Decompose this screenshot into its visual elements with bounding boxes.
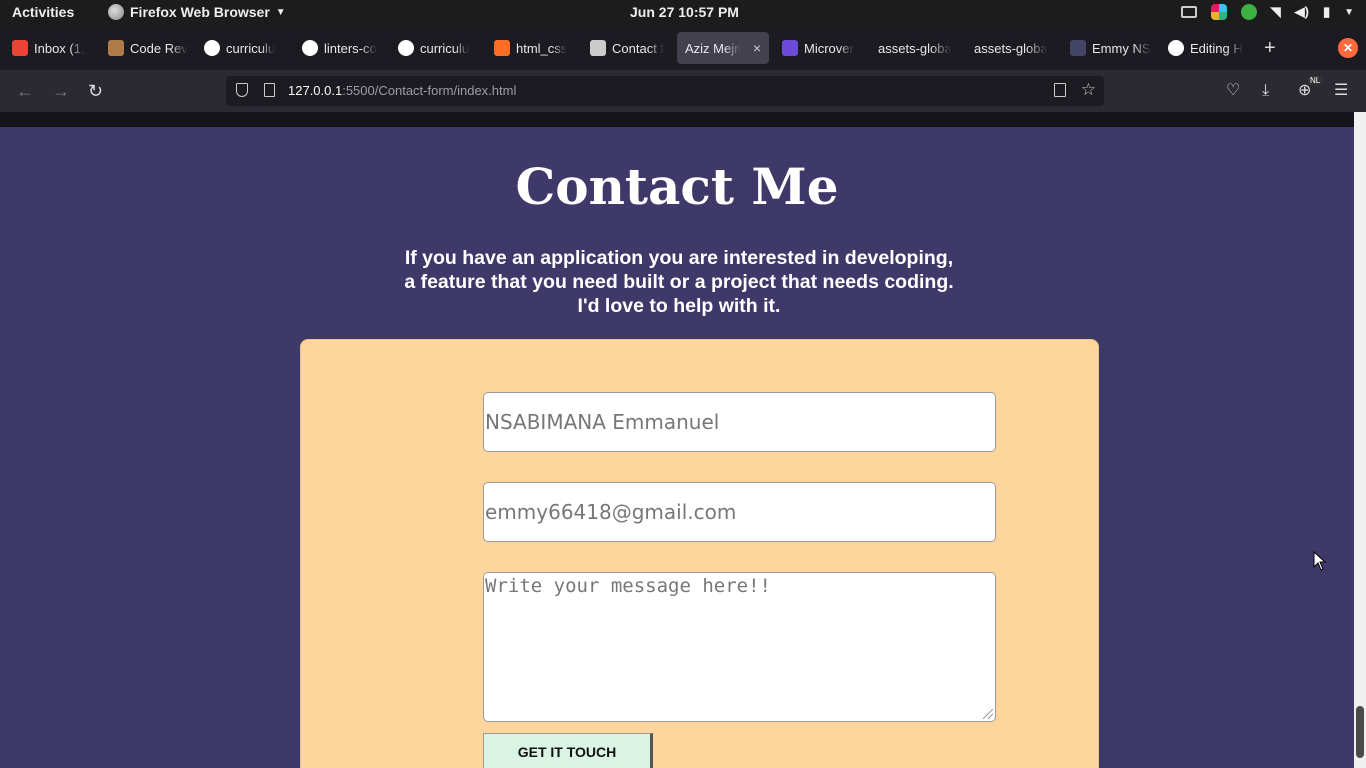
submit-button[interactable]: GET IT TOUCH (483, 733, 653, 768)
email-field[interactable]: emmy66418@gmail.com (483, 482, 996, 542)
page-content: Contact Me If you have an application yo… (0, 112, 1354, 768)
tab-title: assets-globa (878, 40, 952, 56)
app-menu-label: Firefox Web Browser (130, 4, 270, 20)
reload-button[interactable]: ↻ (88, 80, 103, 102)
tab-favicon-icon (108, 40, 124, 56)
system-top-bar: Activities Firefox Web Browser ▼ Jun 27 … (0, 0, 1366, 26)
browser-tab[interactable]: Editing H (1160, 32, 1252, 64)
tab-title: assets-globa (974, 40, 1048, 56)
browser-tab[interactable]: curriculu (390, 32, 482, 64)
scrollbar-thumb[interactable] (1356, 706, 1364, 758)
browser-tab[interactable]: curriculu (196, 32, 290, 64)
back-button[interactable]: ← (16, 80, 34, 102)
browser-tab[interactable]: Microver (774, 32, 866, 64)
url-host: 127.0.0.1 (288, 83, 343, 98)
firefox-icon (108, 4, 124, 20)
intro-text: If you have an application you are inter… (340, 246, 1018, 318)
hamburger-menu-icon[interactable]: ☰ (1334, 82, 1348, 100)
browser-tab[interactable]: linters-co (294, 32, 386, 64)
intro-line: If you have an application you are inter… (404, 247, 954, 269)
name-field[interactable]: NSABIMANA Emmanuel (483, 392, 996, 452)
contact-form: NSABIMANA Emmanuel emmy66418@gmail.com W… (300, 339, 1099, 768)
tab-title: Emmy NS (1092, 40, 1151, 56)
volume-icon[interactable]: ◀) (1295, 4, 1309, 20)
tab-favicon-icon (12, 40, 28, 56)
tab-title: Contact f (612, 40, 665, 56)
downloads-icon[interactable]: ⤓ (1262, 82, 1269, 100)
tab-title: Aziz Mejri (685, 40, 742, 56)
message-textarea[interactable]: Write your message here!! (483, 572, 996, 722)
pocket-icon[interactable]: ♡ (1226, 82, 1240, 100)
tab-title: Code Rev (130, 40, 188, 56)
page-header-strip (0, 112, 1354, 127)
browser-tab[interactable]: Inbox (1, (4, 32, 96, 64)
url-text[interactable]: 127.0.0.1:5500/Contact-form/index.html (288, 83, 516, 98)
tab-favicon-icon (302, 40, 318, 56)
page-title: Contact Me (515, 157, 839, 216)
slack-icon[interactable] (1210, 4, 1227, 20)
url-bar[interactable]: 127.0.0.1:5500/Contact-form/index.html ☆ (226, 76, 1104, 106)
tab-favicon-icon (398, 40, 414, 56)
tab-title: linters-co (324, 40, 377, 56)
screen-share-icon[interactable] (1180, 6, 1197, 18)
reader-view-icon[interactable] (1054, 83, 1066, 97)
page-info-icon[interactable] (264, 83, 275, 97)
browser-tab[interactable]: assets-globa (966, 32, 1058, 64)
mouse-cursor-icon (1313, 551, 1327, 571)
browser-tab[interactable]: Aziz Mejri × (677, 32, 769, 64)
wifi-icon[interactable]: ◥ (1271, 4, 1281, 20)
tab-favicon-icon (782, 40, 798, 56)
battery-icon[interactable]: ▮ (1323, 4, 1330, 20)
shield-check-icon[interactable] (1240, 4, 1257, 20)
url-path: :5500/Contact-form/index.html (342, 83, 517, 98)
intro-line: a feature that you need built or a proje… (404, 271, 954, 293)
system-tray[interactable]: ◥ ◀) ▮ ▼ (1180, 4, 1354, 20)
firefox-account-icon[interactable]: ✕ (1338, 38, 1358, 58)
forward-button[interactable]: → (52, 80, 70, 102)
tab-strip: Inbox (1, Code Rev curriculu linters-co curr… (0, 26, 1366, 70)
navigation-toolbar: ← → ↻ 127.0.0.1:5500/Contact-form/index.… (0, 70, 1366, 112)
clock[interactable]: Jun 27 10:57 PM (630, 4, 739, 20)
tab-title: Inbox (1, (34, 40, 85, 56)
close-tab-icon[interactable]: × (753, 40, 761, 56)
activities-button[interactable]: Activities (12, 4, 74, 20)
tab-title: Microver (804, 40, 854, 56)
tracking-shield-icon[interactable] (236, 83, 248, 97)
browser-tab[interactable]: html_css (486, 32, 578, 64)
tab-favicon-icon (1070, 40, 1086, 56)
message-placeholder: Write your message here!! (485, 575, 771, 597)
scrollbar[interactable] (1354, 112, 1366, 768)
resize-handle-icon[interactable] (983, 709, 993, 719)
bookmark-star-icon[interactable]: ☆ (1081, 80, 1096, 100)
tab-favicon-icon (204, 40, 220, 56)
app-menu[interactable]: Firefox Web Browser ▼ (108, 4, 286, 20)
tab-favicon-icon (590, 40, 606, 56)
chevron-down-icon: ▼ (275, 6, 286, 18)
chevron-down-icon[interactable]: ▼ (1344, 7, 1354, 18)
tab-favicon-icon (1168, 40, 1184, 56)
browser-tab[interactable]: Code Rev (100, 32, 192, 64)
intro-line: I'd love to help with it. (577, 295, 781, 317)
tab-favicon-icon (494, 40, 510, 56)
extension-badge: NL (1308, 76, 1323, 85)
tab-title: html_css (516, 40, 568, 56)
browser-tab[interactable]: Emmy NS (1062, 32, 1156, 64)
tab-title: Editing H (1190, 40, 1243, 56)
new-tab-button[interactable]: + (1264, 38, 1276, 58)
browser-tab[interactable]: assets-globa (870, 32, 962, 64)
browser-tab[interactable]: Contact f (582, 32, 674, 64)
tab-title: curriculu (420, 40, 470, 56)
tab-title: curriculu (226, 40, 276, 56)
